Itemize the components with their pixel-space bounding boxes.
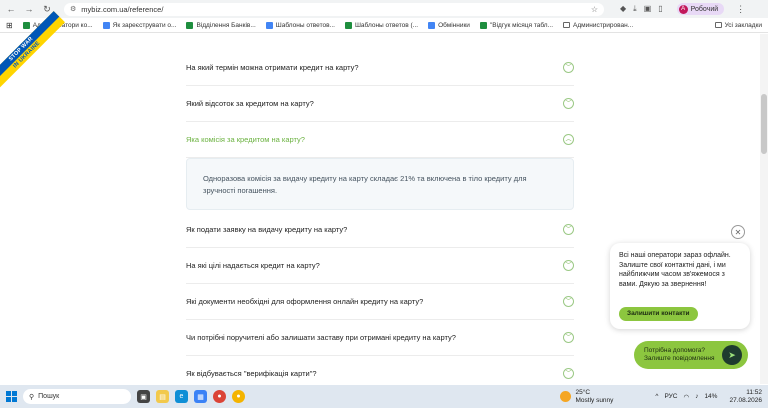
chat-launcher[interactable]: Потрібна допомога? Залиште повідомлення … — [634, 341, 748, 369]
faq-question-text: На який термін можна отримати кредит на … — [186, 63, 359, 72]
edge-icon[interactable]: e — [175, 390, 188, 403]
sheets-icon — [479, 21, 487, 29]
faq-question-text: Який відсоток за кредитом на карту? — [186, 99, 314, 108]
folder-icon — [714, 22, 722, 28]
site-info-icon[interactable]: ⚙ — [70, 5, 76, 13]
weather-widget[interactable]: 25°C Mostly sunny — [560, 389, 613, 404]
faq-answer: Одноразова комісія за видачу кредиту на … — [186, 158, 574, 210]
sidebar-icon[interactable]: ▯ — [658, 4, 662, 14]
faq-question[interactable]: Як відбувається "верифікація карти"? ﹀ — [186, 356, 574, 384]
menu-icon[interactable]: ⋮ — [736, 4, 745, 15]
forward-icon[interactable]: → — [24, 4, 34, 14]
wifi-icon[interactable]: ◠ — [684, 393, 690, 401]
windows-start-icon[interactable] — [6, 391, 17, 402]
url-text: mybiz.com.ua/reference/ — [81, 4, 164, 14]
chevron-down-icon[interactable]: ﹀ — [563, 368, 574, 379]
faq-question-text: Яка комісія за кредитом на карту? — [186, 135, 305, 144]
chevron-down-icon[interactable]: ﹀ — [563, 260, 574, 271]
folder-icon — [563, 22, 570, 28]
chevron-down-icon[interactable]: ﹀ — [563, 332, 574, 343]
bookmarks-bar: ⊞ Адміністратори ко... Як зареєструвати о… — [0, 18, 768, 33]
all-bookmarks[interactable]: Усі закладки — [714, 22, 762, 29]
sheets-icon — [344, 21, 352, 29]
chevron-down-icon[interactable]: ﹀ — [563, 62, 574, 73]
download-icon[interactable]: ⤓ — [633, 4, 637, 14]
leave-contacts-button[interactable]: Залишити контакти — [619, 307, 698, 321]
bookmark-item[interactable]: "Відгук місяця табл... — [479, 21, 553, 29]
store-icon[interactable]: ▦ — [194, 390, 207, 403]
system-tray: ^ РУС ◠ ♪ 14% — [655, 393, 717, 401]
bookmark-item[interactable]: Шаблоны ответов (... — [344, 21, 418, 29]
profile-label: Робочий — [690, 5, 719, 13]
address-bar[interactable]: ⚙ mybiz.com.ua/reference/ ☆ — [64, 2, 604, 16]
page-content: На який термін можна отримати кредит на … — [0, 34, 768, 384]
profile-button[interactable]: А Робочий — [676, 3, 725, 15]
volume-icon[interactable]: ♪ — [695, 393, 698, 400]
bookmark-star-icon[interactable]: ☆ — [591, 5, 598, 14]
apps-grid-icon[interactable]: ⊞ — [6, 21, 13, 30]
faq-question[interactable]: На які цілі надається кредит на карту? ﹀ — [186, 248, 574, 284]
taskbar: ⚲ Пошук ▣ ▤ e ▦ ● ● 25°C Mostly sunny ^ … — [0, 385, 768, 408]
faq-question[interactable]: Який відсоток за кредитом на карту? ﹀ — [186, 86, 574, 122]
faq-question[interactable]: На який термін можна отримати кредит на … — [186, 50, 574, 86]
bookmark-item[interactable]: Як зареєструвати о... — [102, 21, 176, 29]
docs-icon — [102, 21, 110, 29]
chevron-up-icon[interactable]: ^ — [655, 393, 658, 400]
search-icon: ⚲ — [29, 393, 35, 401]
bookmark-item[interactable]: Відділення Банків... — [186, 21, 256, 29]
chat-close-icon[interactable]: ✕ — [731, 225, 745, 239]
chevron-down-icon[interactable]: ﹀ — [563, 98, 574, 109]
chat-launcher-title: Потрібна допомога? — [644, 347, 705, 354]
faq-question-text: Як відбувається "верифікація карти"? — [186, 369, 317, 378]
sheets-icon — [22, 21, 30, 29]
faq-question[interactable]: Чи потрібні поручителі або залишати заст… — [186, 320, 574, 356]
sheets-icon — [186, 21, 194, 29]
chrome-profile-icon[interactable]: ● — [232, 390, 245, 403]
chrome-icon[interactable]: ● — [213, 390, 226, 403]
browser-toolbar: ← → ↻ ⚙ mybiz.com.ua/reference/ ☆ ◆ ⤓ ▣ … — [0, 0, 768, 18]
clock[interactable]: 11:52 27.08.2026 — [729, 389, 762, 404]
chevron-down-icon[interactable]: ﹀ — [563, 296, 574, 307]
taskbar-search[interactable]: ⚲ Пошук — [23, 389, 131, 404]
chat-launcher-subtitle: Залиште повідомлення — [644, 355, 715, 362]
faq-question[interactable]: Як подати заявку на видачу кредиту на ка… — [186, 212, 574, 248]
faq-question-text: Як подати заявку на видачу кредиту на ка… — [186, 225, 348, 234]
bookmark-item[interactable]: Обмінники — [428, 21, 470, 29]
extensions-puzzle-icon[interactable]: ▣ — [644, 4, 652, 14]
chat-message-text: Всі наші оператори зараз офлайн. Залиште… — [619, 252, 731, 288]
scrollbar-thumb[interactable] — [761, 94, 767, 154]
language-indicator[interactable]: РУС — [664, 393, 677, 400]
faq-question-text: На які цілі надається кредит на карту? — [186, 261, 320, 270]
back-icon[interactable]: ← — [6, 4, 16, 14]
send-icon: ➤ — [722, 345, 742, 365]
bookmark-item[interactable]: Шаблоны ответов... — [265, 21, 335, 29]
battery-indicator[interactable]: 14% — [704, 393, 717, 400]
chevron-up-icon[interactable]: ︿ — [563, 134, 574, 145]
avatar: А — [678, 4, 688, 14]
sun-icon — [560, 391, 572, 402]
faq-question[interactable]: Які документи необхідні для оформлення о… — [186, 284, 574, 320]
docs-icon — [265, 21, 273, 29]
faq-question[interactable]: Яка комісія за кредитом на карту? ︿ — [186, 122, 574, 158]
bookmark-item[interactable]: Администрирован... — [563, 22, 633, 29]
faq-question-text: Які документи необхідні для оформлення о… — [186, 297, 424, 306]
chevron-down-icon[interactable]: ﹀ — [563, 224, 574, 235]
file-explorer-icon[interactable]: ▤ — [156, 390, 169, 403]
task-view-icon[interactable]: ▣ — [137, 390, 150, 403]
scrollbar[interactable] — [760, 34, 768, 384]
docs-icon — [428, 21, 436, 29]
chat-offline-message: Всі наші оператори зараз офлайн. Залиште… — [610, 243, 750, 329]
extension-icon[interactable]: ◆ — [620, 4, 626, 14]
faq-question-text: Чи потрібні поручителі або залишати заст… — [186, 333, 456, 342]
